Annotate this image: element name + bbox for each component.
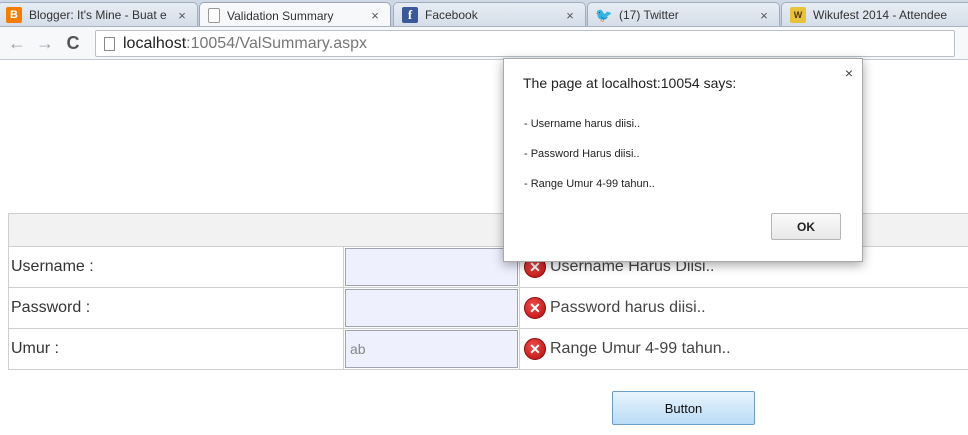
- page-icon: [104, 36, 115, 51]
- password-error-text: Password harus diisi..: [550, 299, 706, 316]
- tab-title: Validation Summary: [227, 8, 334, 23]
- tab-title: (17) Twitter: [619, 8, 679, 22]
- tab-twitter[interactable]: 🐦 (17) Twitter ×: [587, 2, 780, 26]
- error-icon: ✕: [524, 338, 546, 360]
- url-text: localhost:10054/ValSummary.aspx: [123, 35, 367, 53]
- close-icon[interactable]: ×: [563, 8, 577, 23]
- close-icon[interactable]: ×: [368, 8, 382, 23]
- twitter-icon: 🐦: [595, 6, 613, 23]
- umur-error-cell: ✕ Range Umur 4-99 tahun..: [519, 328, 968, 370]
- url-path: :10054/ValSummary.aspx: [186, 34, 367, 52]
- username-input[interactable]: [345, 248, 518, 286]
- password-input[interactable]: [345, 289, 518, 327]
- back-arrow-icon[interactable]: ←: [7, 33, 27, 53]
- forward-arrow-icon[interactable]: →: [35, 33, 55, 53]
- facebook-icon: f: [402, 7, 418, 23]
- dialog-title: The page at localhost:10054 says:: [523, 75, 737, 91]
- tab-strip: B Blogger: It's Mine - Buat e × Validati…: [0, 0, 968, 27]
- password-label: Password :: [8, 287, 344, 329]
- reload-icon[interactable]: C: [63, 33, 83, 53]
- umur-error-text: Range Umur 4-99 tahun..: [550, 340, 731, 357]
- tab-title: Blogger: It's Mine - Buat e: [29, 8, 167, 22]
- password-error-cell: ✕ Password harus diisi..: [519, 287, 968, 329]
- password-input-cell: [343, 287, 520, 329]
- wikufest-icon: W: [790, 7, 806, 23]
- username-label: Username :: [8, 246, 344, 288]
- tab-title: Wikufest 2014 - Attendee: [813, 8, 948, 22]
- tab-title: Facebook: [425, 8, 478, 22]
- tab-wikufest[interactable]: W Wikufest 2014 - Attendee: [781, 2, 968, 26]
- alert-dialog: × The page at localhost:10054 says: - Us…: [503, 58, 863, 262]
- umur-input-cell: [343, 328, 520, 370]
- dialog-message: - Password Harus diisi..: [524, 148, 640, 160]
- address-bar[interactable]: localhost:10054/ValSummary.aspx: [95, 30, 955, 57]
- tab-blogger[interactable]: B Blogger: It's Mine - Buat e ×: [0, 2, 198, 26]
- dialog-message: - Username harus diisi..: [524, 118, 641, 130]
- password-error: ✕ Password harus diisi..: [524, 297, 968, 319]
- page-icon: [208, 8, 220, 23]
- error-icon: ✕: [524, 297, 546, 319]
- table-row-password: Password : ✕ Password harus diisi..: [8, 287, 968, 329]
- tab-facebook[interactable]: f Facebook ×: [393, 2, 586, 26]
- browser-toolbar: ← → C localhost:10054/ValSummary.aspx: [0, 27, 968, 60]
- ok-button[interactable]: OK: [771, 213, 841, 240]
- umur-label: Umur :: [8, 328, 344, 370]
- tab-validation-summary[interactable]: Validation Summary ×: [199, 2, 391, 26]
- table-row-umur: Umur : ✕ Range Umur 4-99 tahun..: [8, 328, 968, 370]
- umur-input[interactable]: [345, 330, 518, 368]
- username-input-cell: [343, 246, 520, 288]
- dialog-message: - Range Umur 4-99 tahun..: [524, 178, 655, 190]
- submit-button[interactable]: Button: [612, 391, 755, 425]
- blogger-icon: B: [6, 7, 22, 23]
- close-icon[interactable]: ×: [175, 8, 189, 23]
- umur-error: ✕ Range Umur 4-99 tahun..: [524, 338, 968, 360]
- close-icon[interactable]: ×: [757, 8, 771, 23]
- url-host: localhost: [123, 34, 187, 52]
- close-icon[interactable]: ×: [845, 65, 853, 81]
